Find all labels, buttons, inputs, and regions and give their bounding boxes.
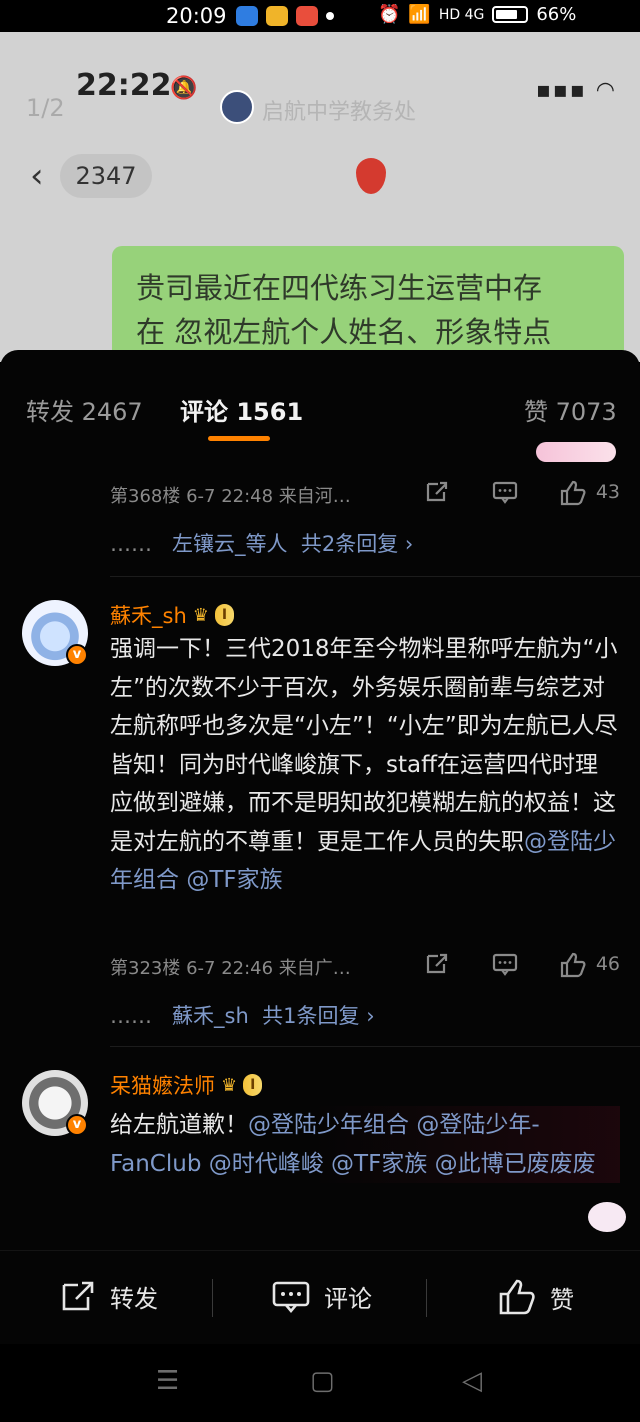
verified-badge-icon: v — [66, 1114, 88, 1136]
account-avatar — [220, 90, 254, 124]
reply-users[interactable]: 左镶云_等人 — [172, 532, 288, 556]
comment-label: 评论 — [324, 1285, 372, 1313]
reply-ellipsis: …… — [110, 532, 152, 556]
bell-muted-icon: 🔕 — [170, 76, 198, 101]
separator — [212, 1279, 213, 1317]
mention-link[interactable]: @TF家族 — [186, 867, 282, 893]
comment-user[interactable]: 呆猫嬷法师 ♛ I — [110, 1070, 263, 1100]
reply-count-link[interactable]: 共1条回复 › — [262, 1004, 374, 1028]
divider — [110, 576, 640, 577]
comment-icon — [272, 1281, 310, 1313]
tab-likes[interactable]: 赞 7073 — [524, 392, 617, 427]
comment-text: 给左航道歉！@登陆少年组合 @登陆少年-FanClub @时代峰峻 @TF家族 … — [110, 1106, 620, 1183]
crown-icon: ♛ — [221, 1074, 238, 1096]
floor-time-location: 第323楼 6-7 22:46 来自广… — [110, 958, 351, 979]
comment-actions: 46 — [424, 952, 620, 978]
app-icon — [236, 6, 258, 26]
comment-body: 强调一下！三代2018年至今物料里称呼左航为“小左”的次数不少于百次，外务娱乐圈… — [110, 636, 618, 855]
like-icon[interactable] — [560, 480, 586, 506]
reply-ellipsis: …… — [110, 1004, 152, 1028]
weibo-icon — [296, 6, 318, 26]
like-count: 43 — [595, 481, 620, 503]
message-line: 贵司最近在四代练习生运营中存 — [136, 271, 543, 305]
floor-time-location: 第368楼 6-7 22:48 来自河… — [110, 486, 351, 507]
separator — [426, 1279, 427, 1317]
reply-users[interactable]: 蘇禾_sh — [172, 1004, 249, 1028]
like-icon — [499, 1279, 535, 1315]
home-nav-icon[interactable]: ▢ — [310, 1366, 335, 1396]
network-labels: HD 4G — [438, 6, 485, 23]
username[interactable]: 呆猫嬷法师 — [110, 1070, 215, 1100]
status-time: 20:09 — [166, 4, 227, 28]
mention-link[interactable]: @TF家族 — [331, 1151, 427, 1177]
message-line: 在 忽视左航个人姓名、形象特点 — [136, 315, 552, 349]
alarm-icon: ⏰ — [378, 4, 401, 25]
bottom-action-bar: 转发 评论 赞 — [0, 1250, 640, 1344]
dot-icon — [326, 12, 334, 20]
divider — [110, 1046, 640, 1047]
strawberry-icon — [356, 158, 386, 194]
reply-summary[interactable]: …… 蘇禾_sh 共1条回复 › — [110, 1000, 375, 1030]
back-nav-icon[interactable]: ◁ — [462, 1366, 482, 1396]
comment-text: 强调一下！三代2018年至今物料里称呼左航为“小左”的次数不少于百次，外务娱乐圈… — [110, 630, 620, 900]
system-status-bar: 20:09 ⏰ 📶 HD 4G 66% — [0, 0, 640, 32]
unread-badge: 2347 — [60, 154, 152, 198]
like-count: 46 — [595, 953, 620, 975]
tab-comments[interactable]: 评论 1561 — [180, 392, 303, 427]
share-icon — [62, 1281, 94, 1310]
comment-button[interactable]: 评论 — [272, 1279, 372, 1314]
tab-bar: 转发 2467 评论 1561 赞 7073 — [0, 350, 640, 446]
comment-actions: 43 — [424, 480, 620, 506]
repost-button[interactable]: 转发 — [58, 1279, 158, 1314]
crown-icon: ♛ — [192, 604, 209, 626]
embedded-time: 22:22 — [76, 68, 172, 103]
tab-repost[interactable]: 转发 2467 — [26, 392, 143, 427]
comment-icon[interactable] — [492, 480, 518, 504]
share-icon[interactable] — [424, 480, 450, 504]
like-label: 赞 — [550, 1285, 574, 1314]
mention-link[interactable]: @时代峰峻 — [209, 1151, 324, 1177]
like-icon[interactable] — [560, 952, 586, 978]
user-level-badge: I — [243, 1074, 263, 1096]
battery-percent: 66% — [536, 4, 577, 25]
status-app-icons — [236, 6, 334, 26]
comment-meta: 第368楼 6-7 22:48 来自河… — [110, 482, 351, 508]
comment-user[interactable]: 蘇禾_sh ♛ I — [110, 600, 235, 630]
mention-link[interactable]: @登陆少年组合 — [248, 1112, 409, 1138]
share-icon[interactable] — [424, 952, 450, 976]
repost-label: 转发 — [110, 1285, 158, 1313]
comment-icon[interactable] — [492, 952, 518, 976]
comment-meta: 第323楼 6-7 22:46 来自广… — [110, 954, 351, 980]
battery-icon — [492, 6, 529, 23]
app-icon — [266, 6, 288, 26]
account-name: 启航中学教务处 — [262, 100, 417, 125]
sticker-decoration — [588, 1202, 626, 1232]
verified-badge-icon: v — [66, 644, 88, 666]
embedded-chat-screenshot: 1/2 22:22 🔕 启航中学教务处 ▪▪▪ ◠ ‹ 2347 贵司最近在四代… — [0, 32, 640, 362]
sticker-decoration — [536, 442, 616, 462]
reply-count-link[interactable]: 共2条回复 › — [301, 532, 413, 556]
username[interactable]: 蘇禾_sh — [110, 600, 187, 630]
system-nav-bar: ☰ ▢ ◁ — [0, 1344, 640, 1422]
embedded-signal-icon: ▪▪▪ ◠ — [536, 78, 617, 103]
like-button[interactable]: 赞 — [498, 1279, 574, 1315]
wifi-icon: 📶 — [408, 4, 431, 25]
comment-body: 给左航道歉！ — [110, 1112, 248, 1138]
active-tab-indicator — [208, 436, 270, 441]
back-icon: ‹ — [30, 156, 44, 196]
mention-link[interactable]: @此博已废废废 — [435, 1151, 596, 1177]
image-pager: 1/2 — [26, 94, 65, 122]
reply-summary[interactable]: …… 左镶云_等人 共2条回复 › — [110, 528, 413, 558]
status-right: ⏰ 📶 HD 4G 66% — [378, 4, 576, 25]
chat-message-bubble: 贵司最近在四代练习生运营中存 在 忽视左航个人姓名、形象特点 — [112, 246, 624, 362]
menu-nav-icon[interactable]: ☰ — [156, 1366, 179, 1396]
user-level-badge: I — [214, 604, 235, 626]
